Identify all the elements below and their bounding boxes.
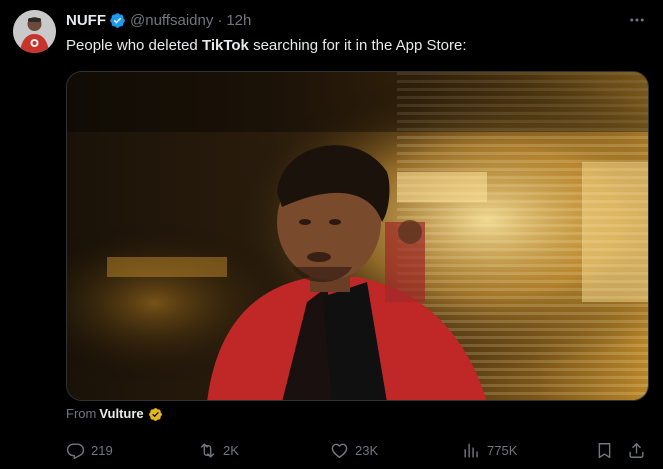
like-button[interactable]: 23K — [330, 439, 378, 461]
avatar-image — [13, 10, 56, 53]
more-options-button[interactable] — [626, 10, 648, 30]
repost-count: 2K — [223, 442, 239, 458]
share-button[interactable] — [627, 439, 646, 461]
tweet: NUFF @nuffsaidny · 12h People who delete… — [0, 0, 663, 469]
bookmark-button[interactable] — [595, 439, 614, 461]
media-source: From Vulture — [66, 405, 163, 423]
share-icon — [629, 442, 644, 458]
separator-dot: · — [217, 11, 223, 29]
media-source-link[interactable]: Vulture — [99, 405, 143, 423]
timestamp[interactable]: 12h — [226, 12, 251, 29]
avatar[interactable] — [13, 10, 56, 53]
like-count: 23K — [355, 442, 379, 458]
tweet-text-bold: TikTok — [201, 37, 249, 54]
video-player[interactable] — [66, 71, 649, 401]
views-chart-icon — [464, 442, 478, 458]
tweet-actions: 219 2K 23K 775K — [0, 439, 663, 461]
user-handle[interactable]: @nuffsaidny — [130, 12, 213, 29]
media-source-label: From — [66, 406, 97, 421]
repost-button[interactable]: 2K — [198, 439, 239, 461]
tweet-text: People who deleted TikTok searching for … — [66, 36, 467, 56]
tweet-text-part: searching for it in the App Store: — [248, 37, 467, 54]
view-count: 775K — [487, 442, 518, 458]
tweet-header: NUFF @nuffsaidny · 12h — [66, 10, 251, 30]
more-horizontal-icon — [630, 18, 644, 22]
bookmark-icon — [598, 442, 611, 458]
verified-badge-icon[interactable] — [109, 12, 126, 29]
heart-icon — [331, 443, 348, 458]
verified-gold-badge-icon — [148, 407, 162, 421]
reply-icon — [66, 442, 85, 459]
reply-count: 219 — [91, 442, 113, 458]
display-name[interactable]: NUFF — [66, 12, 106, 29]
reply-button[interactable]: 219 — [66, 439, 113, 461]
repost-icon — [200, 442, 215, 458]
tweet-text-part: People who deleted — [66, 37, 202, 54]
views-button[interactable]: 775K — [462, 439, 517, 461]
video-frame — [67, 72, 648, 400]
